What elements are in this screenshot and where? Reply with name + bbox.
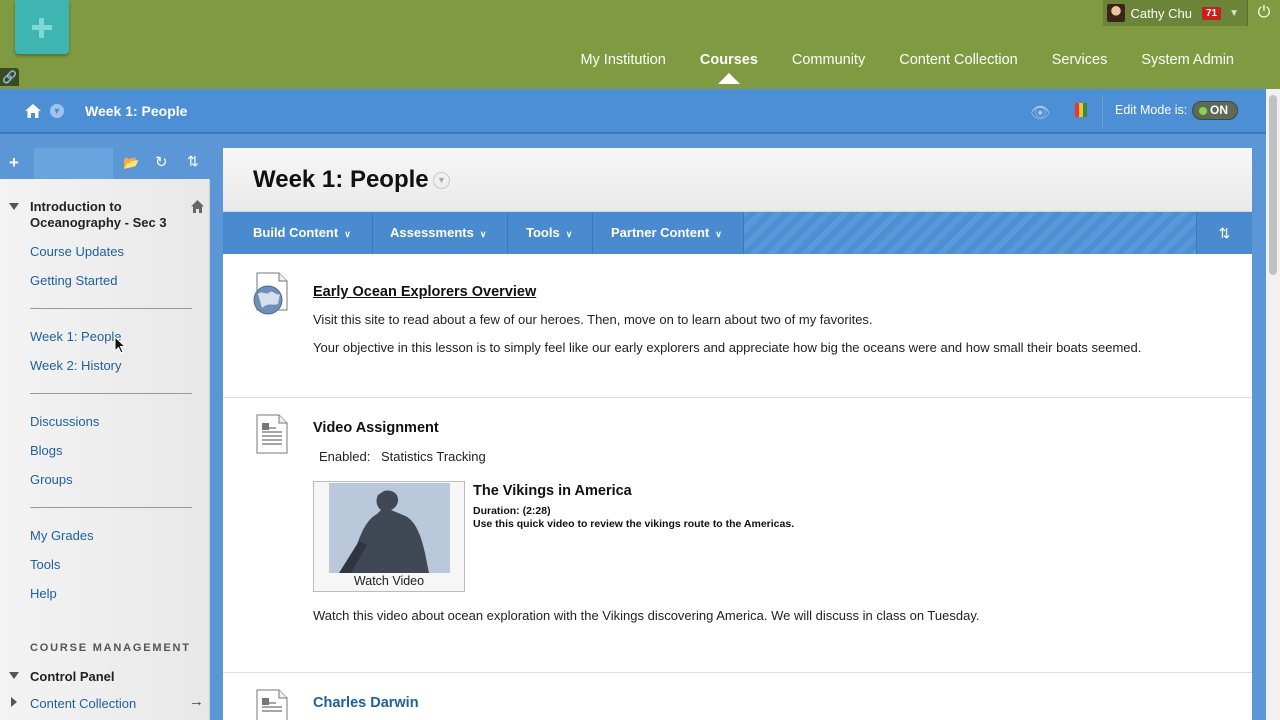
web-link-globe-icon [253, 272, 288, 315]
page-title: Week 1: People [253, 166, 429, 193]
tools-button[interactable]: Tools ∨ [508, 212, 593, 254]
add-icon[interactable]: + [9, 153, 19, 173]
sidebar-item-tools[interactable]: Tools [30, 557, 60, 572]
viking-statue-image [329, 483, 450, 573]
sidebar-item-help[interactable]: Help [30, 586, 57, 601]
breadcrumb-title: Week 1: People [85, 103, 188, 119]
item-description: Your objective in this lesson is to simp… [313, 340, 1142, 355]
page-header: Week 1: People ▼ [223, 148, 1252, 212]
user-menu[interactable]: Cathy Chu 71 ▼ [1102, 0, 1248, 26]
course-menu: Introduction to Oceanography - Sec 3 Cou… [0, 179, 210, 720]
tab-community[interactable]: Community [792, 52, 865, 68]
collapse-triangle-icon[interactable] [9, 203, 19, 210]
action-bar: Build Content ∨ Assessments ∨ Tools ∨ Partn… [223, 212, 1252, 254]
sidebar-item-getting-started[interactable]: Getting Started [30, 273, 117, 288]
user-name: Cathy Chu [1130, 5, 1192, 21]
eye-icon[interactable]: 👁 [1030, 103, 1050, 123]
course-title[interactable]: Introduction to Oceanography - Sec 3 [30, 199, 180, 231]
assessments-button[interactable]: Assessments ∨ [373, 212, 508, 254]
video-title[interactable]: The Vikings in America [473, 483, 632, 499]
home-icon[interactable] [24, 102, 42, 120]
divider [30, 507, 192, 508]
item-description: Visit this site to read about a few of o… [313, 312, 873, 327]
chevron-down-icon: ∨ [715, 229, 722, 239]
scrollbar[interactable] [1266, 89, 1280, 720]
control-panel-heading[interactable]: Control Panel [30, 669, 115, 684]
sidebar-item-week-1[interactable]: Week 1: People [30, 329, 122, 344]
power-icon[interactable]: ⏻ [1248, 0, 1280, 26]
main-nav: My Institution Courses Community Content… [546, 52, 1234, 84]
divider [1102, 95, 1103, 128]
assessments-label: Assessments [390, 225, 474, 240]
sidebar-item-groups[interactable]: Groups [30, 472, 73, 487]
item-title-link[interactable]: Early Ocean Explorers Overview [313, 284, 536, 300]
item-title[interactable]: Video Assignment [313, 420, 439, 436]
sidebar-item-discussions[interactable]: Discussions [30, 414, 99, 429]
notification-badge[interactable]: 71 [1201, 6, 1222, 20]
tab-my-institution[interactable]: My Institution [580, 52, 665, 68]
content-item: Charles Darwin [223, 673, 1252, 720]
sidebar-item-blogs[interactable]: Blogs [30, 443, 63, 458]
sidebar-item-my-grades[interactable]: My Grades [30, 528, 94, 543]
edit-mode-value: ON [1210, 103, 1228, 117]
item-title-link[interactable]: Charles Darwin [313, 695, 419, 711]
partner-content-button[interactable]: Partner Content ∨ [593, 212, 744, 254]
chevron-down-icon: ∨ [479, 229, 487, 239]
logo-plus-icon[interactable] [15, 0, 69, 54]
chevron-down-icon: ∨ [344, 229, 351, 239]
edit-mode-toggle[interactable]: ON [1192, 101, 1238, 120]
sidebar-item-course-updates[interactable]: Course Updates [30, 244, 124, 259]
course-management-heading: COURSE MANAGEMENT [30, 642, 191, 654]
tab-system-admin[interactable]: System Admin [1141, 52, 1234, 68]
refresh-icon[interactable]: ↻ [155, 153, 168, 171]
chevron-down-icon[interactable]: ▼ [50, 104, 64, 118]
document-icon [256, 414, 288, 454]
edit-mode-label: Edit Mode is: [1115, 103, 1188, 117]
mouse-cursor-icon [114, 336, 126, 354]
chevron-down-icon: ∨ [565, 229, 573, 239]
document-icon [256, 689, 288, 720]
sidebar-toolbar: + 📂 ↻ ⇅ [0, 148, 210, 179]
video-duration: Duration: (2:28) [473, 505, 551, 517]
tools-label: Tools [526, 225, 560, 240]
item-description: Watch this video about ocean exploration… [313, 608, 980, 623]
divider [30, 393, 192, 394]
sort-icon[interactable]: ⇅ [187, 153, 199, 170]
enabled-value: Statistics Tracking [381, 449, 486, 464]
sidebar-item-week-2[interactable]: Week 2: History [30, 358, 122, 373]
palette-icon[interactable] [1075, 103, 1089, 117]
chevron-down-icon[interactable]: ▼ [1229, 8, 1239, 19]
folder-icon[interactable]: 📂 [123, 155, 139, 171]
video-thumbnail[interactable]: Watch Video [313, 481, 465, 592]
watch-video-button[interactable]: Watch Video [314, 574, 464, 588]
user-area: Cathy Chu 71 ▼ ⏻ [1102, 0, 1280, 26]
divider [30, 308, 192, 309]
tab-content-collection[interactable]: Content Collection [899, 52, 1018, 68]
expand-triangle-icon[interactable] [11, 697, 17, 707]
tab-courses[interactable]: Courses [700, 52, 758, 84]
content-item: Early Ocean Explorers Overview Visit thi… [223, 254, 1252, 398]
collapse-triangle-icon[interactable] [9, 672, 19, 679]
video-description: Use this quick video to review the vikin… [473, 518, 795, 530]
home-icon[interactable] [190, 199, 205, 214]
build-content-label: Build Content [253, 225, 339, 240]
content-area: Week 1: People ▼ Build Content ∨ Assessme… [223, 148, 1252, 720]
partner-content-label: Partner Content [611, 225, 710, 240]
breadcrumb: ▼ Week 1: People 👁 Edit Mode is: [0, 89, 1266, 134]
sort-icon[interactable]: ⇅ [1196, 212, 1252, 254]
avatar [1106, 4, 1125, 22]
scrollbar-thumb[interactable] [1269, 95, 1277, 275]
build-content-button[interactable]: Build Content ∨ [223, 212, 373, 254]
top-header: 🔗 Cathy Chu 71 ▼ ⏻ My Institution Course… [0, 0, 1280, 89]
arrow-right-icon[interactable]: → [189, 693, 204, 710]
enabled-label: Enabled: [319, 449, 371, 464]
status-dot-icon [1199, 107, 1207, 115]
sidebar-item-content-collection[interactable]: Content Collection [30, 696, 136, 711]
tab-services[interactable]: Services [1052, 52, 1108, 68]
link-icon[interactable]: 🔗 [0, 68, 19, 86]
search-input[interactable] [34, 148, 113, 179]
chevron-down-icon[interactable]: ▼ [433, 172, 450, 189]
